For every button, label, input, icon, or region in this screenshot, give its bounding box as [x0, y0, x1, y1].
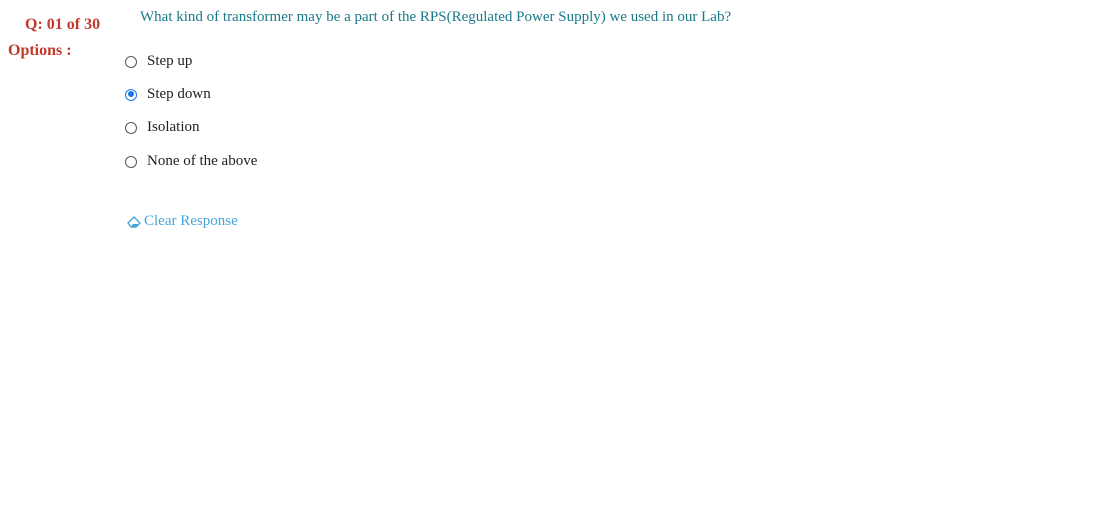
option-step-down[interactable]: Step down: [125, 86, 211, 103]
question-text: What kind of transformer may be a part o…: [140, 9, 732, 25]
option-label: Step down: [147, 86, 211, 102]
eraser-icon: [126, 215, 142, 229]
radio-button[interactable]: [125, 121, 137, 134]
options-label: Options :: [8, 42, 72, 59]
radio-button-selected[interactable]: [125, 88, 137, 101]
option-isolation[interactable]: Isolation: [125, 119, 200, 136]
radio-button[interactable]: [125, 155, 137, 168]
clear-response-label: Clear Response: [144, 213, 238, 229]
option-step-up[interactable]: Step up: [125, 53, 192, 70]
clear-response-button[interactable]: Clear Response: [126, 213, 238, 230]
radio-button[interactable]: [125, 55, 137, 68]
option-none-of-the-above[interactable]: None of the above: [125, 153, 257, 170]
option-label: Isolation: [147, 119, 200, 135]
question-number: Q: 01 of 30: [25, 16, 101, 33]
option-label: Step up: [147, 53, 193, 69]
option-label: None of the above: [147, 153, 258, 169]
